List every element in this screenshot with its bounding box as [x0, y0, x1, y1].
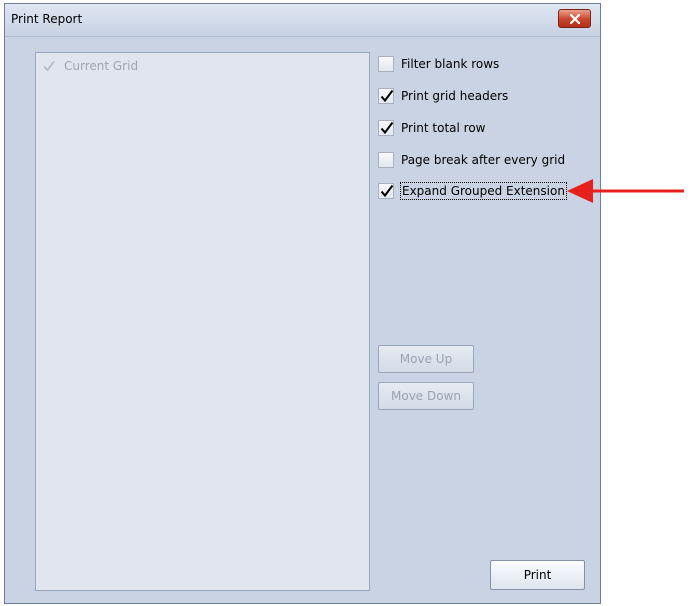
- filter-blank-rows-checkbox[interactable]: [378, 56, 394, 72]
- red-arrow-icon: [567, 179, 684, 203]
- window-title: Print Report: [11, 12, 83, 26]
- move-up-button[interactable]: Move Up: [378, 345, 474, 373]
- filter-blank-rows-label: Filter blank rows: [401, 57, 500, 71]
- option-filter-blank-rows[interactable]: Filter blank rows: [378, 54, 500, 74]
- list-item-current-grid[interactable]: Current Grid: [42, 57, 138, 75]
- checkmark-icon: [380, 89, 394, 103]
- move-down-button[interactable]: Move Down: [378, 382, 474, 410]
- option-print-total-row[interactable]: Print total row: [378, 118, 487, 138]
- expand-grouped-extension-checkbox[interactable]: [378, 183, 394, 199]
- checkmark-icon: [380, 121, 394, 135]
- print-button[interactable]: Print: [490, 560, 585, 590]
- print-report-dialog: Print Report Current Grid Filter blank r…: [4, 3, 601, 604]
- print-total-row-checkbox[interactable]: [378, 120, 394, 136]
- print-grid-headers-checkbox[interactable]: [378, 88, 394, 104]
- print-total-row-label: Print total row: [401, 121, 486, 135]
- list-item-label: Current Grid: [64, 59, 139, 73]
- title-bar: Print Report: [5, 4, 600, 37]
- page-break-checkbox[interactable]: [378, 152, 394, 168]
- expand-grouped-extension-label: Expand Grouped Extension: [400, 182, 567, 200]
- checkmark-icon: [380, 184, 394, 198]
- option-expand-grouped-extension[interactable]: Expand Grouped Extension: [378, 181, 567, 201]
- checkmark-icon: [43, 60, 55, 72]
- close-button[interactable]: [558, 9, 591, 28]
- grid-list[interactable]: Current Grid: [35, 52, 370, 591]
- close-icon: [570, 14, 580, 24]
- print-grid-headers-label: Print grid headers: [401, 89, 509, 103]
- option-print-grid-headers[interactable]: Print grid headers: [378, 86, 509, 106]
- option-page-break-after-every-grid[interactable]: Page break after every grid: [378, 150, 566, 170]
- page-break-label: Page break after every grid: [401, 153, 566, 167]
